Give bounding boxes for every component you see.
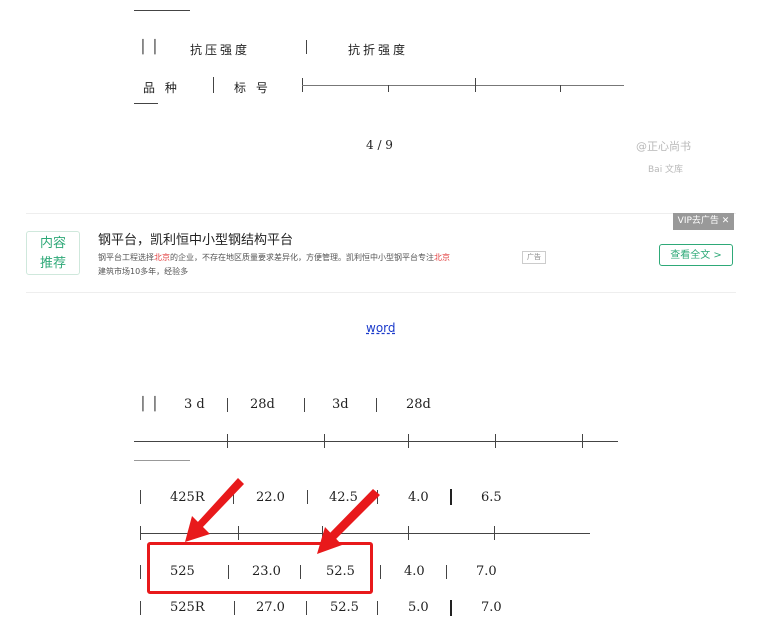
annotation-arrows — [185, 478, 380, 554]
arrow-left-icon — [185, 478, 244, 542]
arrow-right-icon — [317, 489, 380, 554]
